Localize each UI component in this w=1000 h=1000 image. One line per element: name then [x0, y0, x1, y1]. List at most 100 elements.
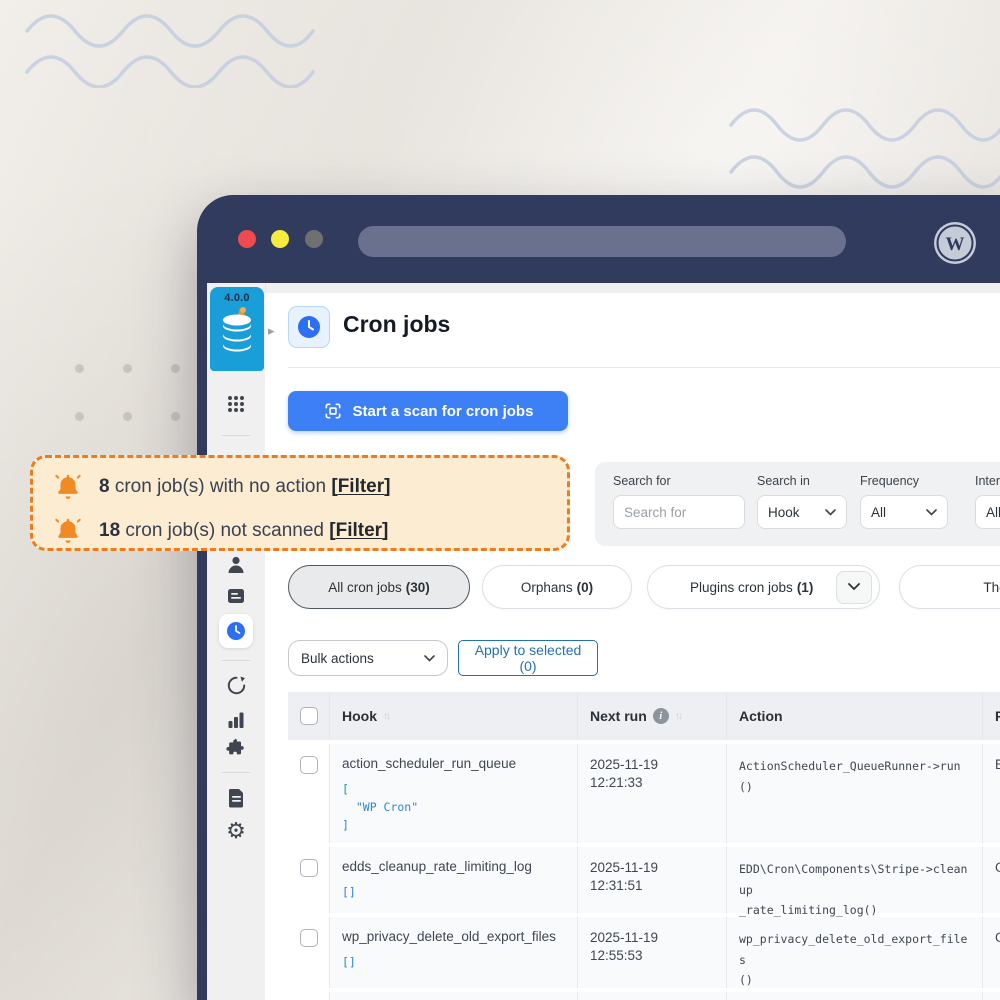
bulk-actions-select[interactable]: Bulk actions — [288, 640, 448, 676]
info-icon[interactable]: i — [652, 708, 669, 724]
search-for-label: Search for — [613, 474, 671, 488]
cron-jobs-page-icon — [288, 306, 330, 348]
start-scan-label: Start a scan for cron jobs — [352, 402, 534, 420]
alerts-callout: 8 cron job(s) with no action [Filter] 18… — [30, 455, 570, 551]
alert-not-scanned: 18 cron job(s) not scanned [Filter] — [53, 516, 388, 546]
page-title: Cron jobs — [343, 311, 451, 337]
hook-name: edds_cleanup_rate_limiting_log — [342, 859, 532, 874]
frequency-select[interactable]: All — [860, 495, 948, 529]
sidebar-item-tables[interactable] — [207, 586, 265, 606]
chevron-down-icon — [848, 583, 860, 591]
chevron-down-icon — [926, 508, 937, 516]
next-run-value: 2025-11-19 12:21:33 — [590, 757, 659, 790]
frequency-value: E — [995, 757, 1000, 772]
hook-args: [] — [342, 885, 356, 899]
sidebar-item-logs[interactable] — [207, 787, 265, 808]
action-value: ActionScheduler_QueueRunner->run() — [739, 759, 961, 794]
bell-icon — [55, 474, 81, 499]
sidebar-divider — [222, 660, 250, 661]
bulk-actions-value: Bulk actions — [301, 650, 374, 666]
hook-name: wp_privacy_delete_old_export_files — [342, 929, 556, 944]
frequency-label: Frequency — [860, 474, 920, 488]
sort-icon[interactable]: ↑↓ — [675, 711, 683, 722]
alert-text: cron job(s) with no action — [114, 476, 327, 497]
table-row: wp_privacy_delete_old_export_files [] 202… — [288, 917, 1000, 992]
next-run-column-header[interactable]: Next run — [590, 708, 647, 724]
interval-value: All — [986, 504, 1000, 520]
alert-count: 8 — [99, 476, 110, 497]
search-in-value: Hook — [768, 504, 800, 520]
select-all-checkbox[interactable] — [299, 707, 318, 725]
decor-wave-top-left — [25, 14, 315, 88]
search-input[interactable] — [613, 495, 745, 529]
sidebar-item-dashboard[interactable] — [207, 393, 265, 415]
row-checkbox[interactable] — [299, 859, 318, 877]
tab-all-cron-jobs[interactable]: All cron jobs (30) — [288, 565, 470, 609]
table-row: edds_cleanup_rate_limiting_log [] 2025-11… — [288, 847, 1000, 917]
hook-name: action_scheduler_run_queue — [342, 756, 517, 771]
start-scan-button[interactable]: Start a scan for cron jobs — [288, 391, 568, 431]
sort-icon[interactable]: ↑↓ — [383, 711, 391, 722]
hook-args: [] — [342, 955, 356, 969]
header-divider — [288, 367, 1000, 368]
clock-icon — [298, 316, 320, 338]
sidebar-item-settings[interactable]: ⚙ — [207, 818, 265, 844]
row-checkbox[interactable] — [299, 756, 318, 774]
maximize-window-button[interactable] — [305, 230, 323, 248]
table-header-row: Hook ↑↓ Next run i ↑↓ Action F — [288, 692, 1000, 744]
tab-orphans[interactable]: Orphans (0) — [482, 565, 632, 609]
card-icon — [228, 589, 244, 603]
admin-body: 4.0.0 ⚙ ▸ Cron jobs Start a scan for cro… — [207, 283, 1000, 1000]
minimize-window-button[interactable] — [271, 230, 289, 248]
alert-filter-link[interactable]: [Filter] — [331, 476, 390, 497]
tab-count: (1) — [796, 579, 814, 595]
tab-label: Orphans — [520, 579, 573, 595]
tab-themes-cron-jobs[interactable]: Themes cro — [899, 565, 1000, 609]
hook-column-header[interactable]: Hook — [342, 708, 377, 724]
alert-no-action: 8 cron job(s) with no action [Filter] — [53, 472, 390, 502]
table-row: dbclnr_cron_analytics 2025-11-19 15:25:2… — [288, 992, 1000, 1000]
sidebar-item-plugins[interactable] — [207, 736, 265, 758]
clock-icon — [227, 622, 245, 640]
sidebar-divider — [222, 435, 250, 436]
puzzle-icon — [226, 738, 244, 755]
tab-count: (30) — [405, 579, 430, 595]
interval-select[interactable]: All — [975, 495, 1000, 529]
svg-text:W: W — [946, 234, 965, 255]
plugin-sidebar: 4.0.0 ⚙ — [207, 283, 266, 1000]
tab-plugins-cron-jobs[interactable]: Plugins cron jobs (1) — [647, 565, 880, 609]
search-in-label: Search in — [757, 474, 810, 488]
refresh-icon — [227, 676, 245, 695]
grid-icon — [228, 396, 244, 412]
tab-label: Plugins cron jobs — [690, 579, 793, 595]
browser-titlebar: W — [197, 195, 1000, 283]
interval-label: Inter — [975, 474, 1000, 488]
chevron-down-icon — [424, 654, 435, 662]
row-checkbox[interactable] — [299, 929, 318, 947]
sidebar-item-analytics[interactable] — [207, 710, 265, 730]
plugins-tab-dropdown-button[interactable] — [836, 570, 872, 604]
next-run-value: 2025-11-19 12:55:53 — [590, 930, 659, 963]
alert-text: cron job(s) not scanned — [125, 520, 324, 541]
bell-icon — [55, 518, 81, 543]
search-in-select[interactable]: Hook — [757, 495, 847, 529]
document-icon — [228, 789, 243, 808]
decor-wave-top-right — [729, 108, 1000, 189]
wordpress-logo-icon: W — [934, 222, 976, 264]
sidebar-item-users[interactable] — [207, 554, 265, 576]
sidebar-item-cron-jobs-active[interactable] — [219, 614, 253, 648]
alert-filter-link[interactable]: [Filter] — [329, 520, 388, 541]
main-content: ▸ Cron jobs Start a scan for cron jobs S… — [265, 293, 1000, 1000]
frequency-value: O — [995, 860, 1000, 875]
user-icon — [228, 556, 244, 573]
close-window-button[interactable] — [238, 230, 256, 248]
hook-args: [ "WP Cron" ] — [342, 782, 419, 832]
sidebar-item-history[interactable] — [207, 675, 265, 696]
apply-to-selected-button[interactable]: Apply to selected (0) — [458, 640, 598, 676]
address-bar[interactable] — [358, 226, 846, 257]
sidebar-divider — [222, 772, 250, 773]
plugin-logo[interactable]: 4.0.0 — [210, 287, 264, 371]
action-value: EDD\Cron\Components\Stripe->cleanup _rat… — [739, 862, 968, 918]
scan-icon — [325, 403, 341, 419]
screenshot-root: W 4.0.0 ⚙ ▸ Cron jobs Start a scan for c… — [0, 0, 1000, 1000]
